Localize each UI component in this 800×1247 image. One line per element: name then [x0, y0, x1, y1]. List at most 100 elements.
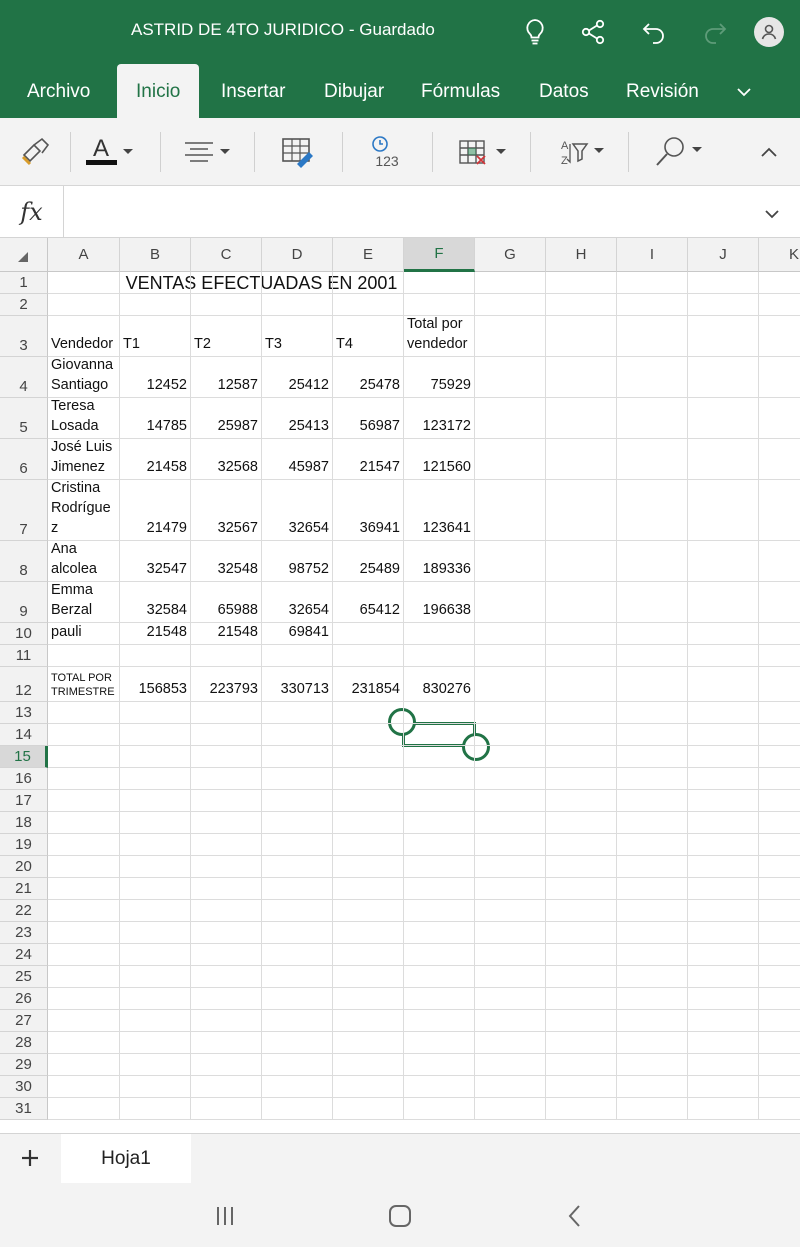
value-cell[interactable]: 21548 [120, 623, 190, 644]
total-value-cell[interactable]: 156853 [120, 667, 190, 701]
row-header-8[interactable]: 8 [0, 541, 48, 582]
share-icon[interactable] [575, 14, 611, 50]
value-cell[interactable]: 32654 [262, 480, 332, 540]
row-header-28[interactable]: 28 [0, 1032, 48, 1054]
row-header-20[interactable]: 20 [0, 856, 48, 878]
collapse-ribbon-chevron-icon[interactable] [760, 130, 778, 174]
column-header-d[interactable]: D [262, 238, 333, 272]
row-header-31[interactable]: 31 [0, 1098, 48, 1120]
column-header-k[interactable]: K [759, 238, 800, 272]
back-icon[interactable] [560, 1201, 590, 1231]
column-header-e[interactable]: E [333, 238, 404, 272]
value-cell[interactable]: 25412 [262, 357, 332, 397]
column-header-g[interactable]: G [475, 238, 546, 272]
value-cell[interactable]: 36941 [333, 480, 403, 540]
row-header-19[interactable]: 19 [0, 834, 48, 856]
row-header-15[interactable]: 15 [0, 746, 48, 768]
number-format-icon[interactable]: 123 [369, 130, 403, 174]
tab-datos[interactable]: Datos [539, 64, 589, 118]
column-header-c[interactable]: C [191, 238, 262, 272]
vendor-name-cell[interactable]: Celia pauli [48, 623, 119, 644]
row-header-2[interactable]: 2 [0, 294, 48, 316]
sheet-tab-hoja1[interactable]: Hoja1 [61, 1134, 191, 1184]
header-cell[interactable]: T4 [333, 316, 403, 356]
search-icon[interactable] [654, 130, 706, 174]
value-cell[interactable]: 14785 [120, 398, 190, 438]
total-value-cell[interactable]: 223793 [191, 667, 261, 701]
value-cell[interactable]: 32547 [120, 541, 190, 581]
selection-end-handle[interactable] [462, 733, 490, 761]
vendor-name-cell[interactable]: Giovanna Santiago [48, 357, 119, 397]
redo-icon[interactable] [697, 14, 733, 50]
value-cell[interactable]: 12452 [120, 357, 190, 397]
tab-archivo[interactable]: Archivo [27, 64, 90, 118]
sort-filter-icon[interactable]: AZ [558, 130, 608, 174]
value-cell[interactable]: 123641 [404, 480, 474, 540]
row-header-27[interactable]: 27 [0, 1010, 48, 1032]
value-cell[interactable]: 25478 [333, 357, 403, 397]
value-cell[interactable]: 123172 [404, 398, 474, 438]
expand-formula-chevron-icon[interactable] [764, 206, 780, 224]
value-cell[interactable]: 45987 [262, 439, 332, 479]
value-cell[interactable]: 32584 [120, 582, 190, 622]
value-cell[interactable] [333, 623, 403, 644]
row-header-9[interactable]: 9 [0, 582, 48, 623]
font-color-icon[interactable]: A [86, 130, 136, 174]
header-cell[interactable]: T2 [191, 316, 261, 356]
account-avatar-icon[interactable] [754, 17, 784, 47]
value-cell[interactable]: 32548 [191, 541, 261, 581]
tab-insertar[interactable]: Insertar [221, 64, 285, 118]
value-cell[interactable]: 189336 [404, 541, 474, 581]
header-cell[interactable]: Total por vendedor [404, 316, 474, 356]
row-header-23[interactable]: 23 [0, 922, 48, 944]
value-cell[interactable]: 32567 [191, 480, 261, 540]
column-header-a[interactable]: A [48, 238, 120, 272]
column-header-h[interactable]: H [546, 238, 617, 272]
header-cell[interactable]: Vendedor [48, 316, 119, 356]
row-header-12[interactable]: 12 [0, 667, 48, 702]
total-value-cell[interactable]: 330713 [262, 667, 332, 701]
select-all-corner[interactable] [0, 238, 48, 272]
value-cell[interactable]: 32568 [191, 439, 261, 479]
header-cell[interactable]: T3 [262, 316, 332, 356]
spreadsheet-grid[interactable]: VENTAS EFECTUADAS EN 2001 ABCDEFGHIJK123… [0, 238, 800, 1133]
tab-dibujar[interactable]: Dibujar [324, 64, 384, 118]
total-value-cell[interactable]: 231854 [333, 667, 403, 701]
row-header-6[interactable]: 6 [0, 439, 48, 480]
row-header-1[interactable]: 1 [0, 272, 48, 294]
total-value-cell[interactable]: 830276 [404, 667, 474, 701]
value-cell[interactable]: 25489 [333, 541, 403, 581]
tab-inicio[interactable]: Inicio [117, 64, 200, 118]
value-cell[interactable]: 98752 [262, 541, 332, 581]
row-header-10[interactable]: 10 [0, 623, 48, 645]
value-cell[interactable]: 12587 [191, 357, 261, 397]
value-cell[interactable]: 21479 [120, 480, 190, 540]
row-header-30[interactable]: 30 [0, 1076, 48, 1098]
fx-label[interactable]: fx [0, 186, 64, 238]
row-header-24[interactable]: 24 [0, 944, 48, 966]
value-cell[interactable]: 56987 [333, 398, 403, 438]
row-header-18[interactable]: 18 [0, 812, 48, 834]
tab-formulas[interactable]: Fórmulas [421, 64, 500, 118]
row-header-17[interactable]: 17 [0, 790, 48, 812]
row-header-13[interactable]: 13 [0, 702, 48, 724]
row-header-16[interactable]: 16 [0, 768, 48, 790]
totals-label-cell[interactable]: TOTAL POR TRIMESTRE [48, 667, 119, 701]
header-cell[interactable]: T1 [120, 316, 190, 356]
value-cell[interactable] [404, 623, 474, 644]
row-header-14[interactable]: 14 [0, 724, 48, 746]
format-painter-icon[interactable] [20, 130, 52, 174]
column-header-b[interactable]: B [120, 238, 191, 272]
row-header-29[interactable]: 29 [0, 1054, 48, 1076]
column-header-i[interactable]: I [617, 238, 688, 272]
lightbulb-icon[interactable] [517, 14, 553, 50]
row-header-4[interactable]: 4 [0, 357, 48, 398]
format-as-table-icon[interactable] [281, 130, 315, 174]
add-sheet-icon[interactable] [14, 1142, 46, 1174]
vendor-name-cell[interactable]: Ana alcolea [48, 541, 119, 581]
value-cell[interactable]: 32654 [262, 582, 332, 622]
vendor-name-cell[interactable]: Teresa Losada [48, 398, 119, 438]
more-tabs-chevron-icon[interactable] [736, 64, 752, 118]
value-cell[interactable]: 21547 [333, 439, 403, 479]
row-header-21[interactable]: 21 [0, 878, 48, 900]
